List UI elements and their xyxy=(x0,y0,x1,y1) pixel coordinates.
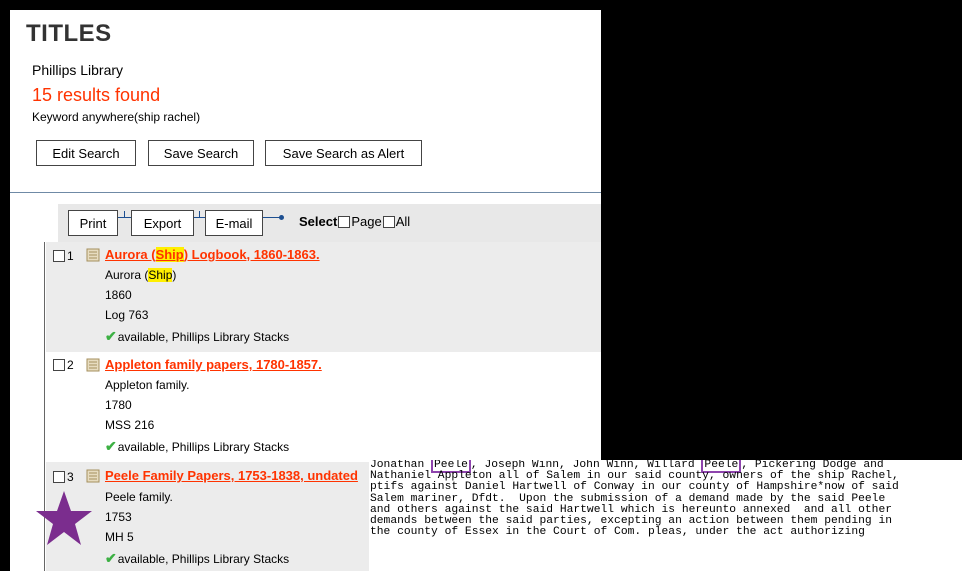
record-availability: ✔ available, Phillips Library Stacks xyxy=(105,328,289,345)
email-button[interactable]: E-mail xyxy=(205,210,263,236)
library-name: Phillips Library xyxy=(32,62,124,78)
save-search-alert-button[interactable]: Save Search as Alert xyxy=(265,140,422,166)
toolbar-connector-dot xyxy=(279,215,284,220)
result-record: 2 Appleton family papers, 1780-1857. App… xyxy=(46,352,601,462)
select-all-checkbox[interactable] xyxy=(382,215,395,228)
edit-search-button[interactable]: Edit Search xyxy=(36,140,136,166)
page-title: TITLES xyxy=(26,20,112,47)
toolbar-connector xyxy=(194,217,205,218)
record-checkbox[interactable] xyxy=(53,250,65,262)
checkmark-icon: ✔ xyxy=(105,550,117,566)
select-page-checkbox[interactable] xyxy=(338,215,351,228)
checkmark-icon: ✔ xyxy=(105,328,117,344)
book-icon xyxy=(86,248,100,262)
record-number: 1 xyxy=(52,249,74,263)
record-index: 2 xyxy=(67,358,74,372)
record-year: 1753 xyxy=(105,510,132,524)
document-line: the county of Essex in the Court of Com.… xyxy=(370,526,865,539)
star-icon xyxy=(36,491,92,545)
results-count: 15 results found xyxy=(32,85,161,105)
record-author: Aurora (Ship) xyxy=(105,268,176,282)
record-title-text: ) Logbook, 1860-1863. xyxy=(183,247,320,262)
select-controls: Select Page All xyxy=(299,214,410,229)
record-callnumber: MH 5 xyxy=(105,530,134,544)
search-keyword: Keyword anywhere(ship rachel) xyxy=(32,110,201,124)
availability-text: available, Phillips Library Stacks xyxy=(117,551,290,566)
select-page-label: Page xyxy=(351,214,382,229)
record-title-link[interactable]: Appleton family papers, 1780-1857. xyxy=(105,357,322,372)
record-checkbox[interactable] xyxy=(53,359,65,371)
search-highlight: Ship xyxy=(148,268,173,282)
divider xyxy=(10,192,601,193)
availability-text: available, Phillips Library Stacks xyxy=(117,329,290,344)
record-availability: ✔ available, Phillips Library Stacks xyxy=(105,438,289,455)
select-label: Select xyxy=(299,214,338,229)
search-highlight: Ship xyxy=(155,247,184,262)
record-year: 1860 xyxy=(105,288,132,302)
record-author-text: ) xyxy=(172,268,177,282)
save-search-button[interactable]: Save Search xyxy=(148,140,254,166)
document-transcription: Jonathan Peele, Joseph Winn, John Winn, … xyxy=(369,460,962,571)
record-index: 1 xyxy=(67,249,74,263)
select-all-label: All xyxy=(395,214,411,229)
print-button[interactable]: Print xyxy=(68,210,118,236)
book-icon xyxy=(86,358,100,372)
toolbar-connector xyxy=(118,217,131,218)
record-author-text: Aurora ( xyxy=(105,268,149,282)
toolbar-connector xyxy=(124,211,125,217)
record-availability: ✔ available, Phillips Library Stacks xyxy=(105,550,289,567)
record-author: Peele family. xyxy=(105,490,173,504)
document-line: ptifs against Daniel Hartwell of Conway … xyxy=(370,481,899,494)
record-index: 3 xyxy=(67,470,74,484)
availability-text: available, Phillips Library Stacks xyxy=(117,439,290,454)
record-author: Appleton family. xyxy=(105,378,190,392)
record-number: 3 xyxy=(52,470,74,484)
toolbar-connector xyxy=(199,211,200,217)
result-record: 1 Aurora (Ship) Logbook, 1860-1863. Auro… xyxy=(46,242,601,352)
checkmark-icon: ✔ xyxy=(105,438,117,454)
record-title-link[interactable]: Aurora (Ship) Logbook, 1860-1863. xyxy=(105,247,320,262)
record-number: 2 xyxy=(52,358,74,372)
book-icon xyxy=(86,469,100,483)
record-callnumber: Log 763 xyxy=(105,308,149,322)
record-year: 1780 xyxy=(105,398,132,412)
record-callnumber: MSS 216 xyxy=(105,418,155,432)
export-button[interactable]: Export xyxy=(131,210,194,236)
record-checkbox[interactable] xyxy=(53,471,65,483)
record-title-link[interactable]: Peele Family Papers, 1753-1838, undated xyxy=(105,468,358,483)
record-title-text: Aurora ( xyxy=(105,247,156,262)
